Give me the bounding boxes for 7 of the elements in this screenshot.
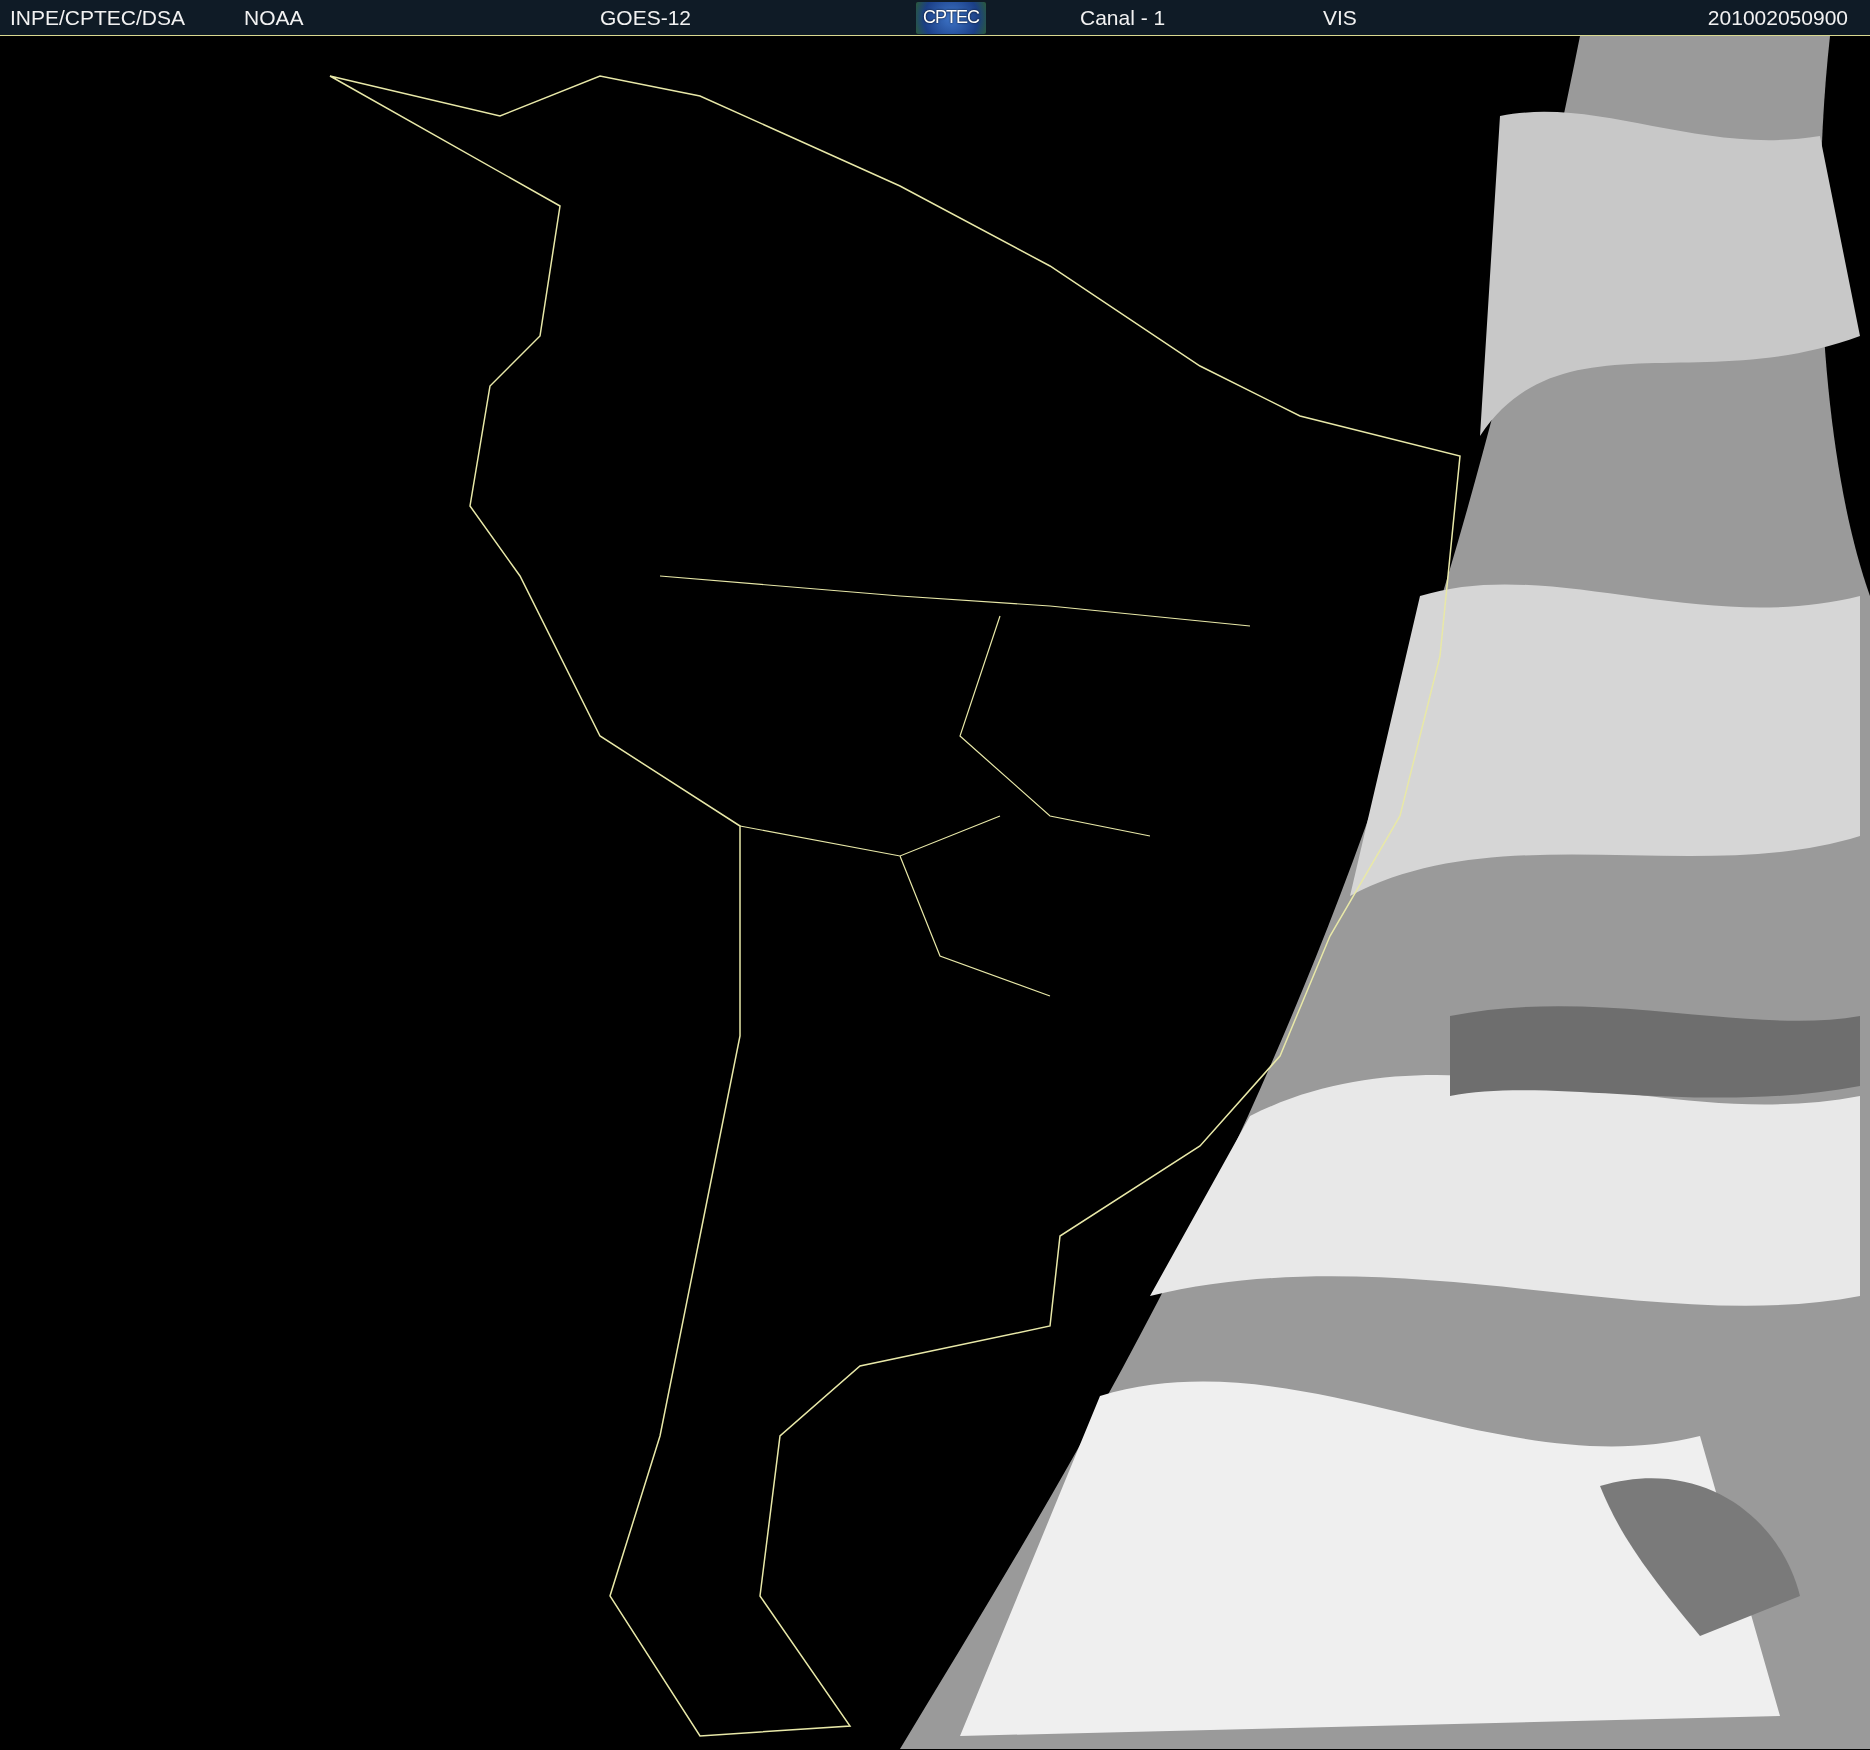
header-label: GOES-12	[600, 5, 692, 30]
header-label: VIS	[1323, 5, 1357, 30]
logo: CPTEC	[916, 1, 986, 34]
header-label: Canal - 1	[1080, 5, 1166, 30]
header-label: NOAA	[244, 5, 304, 30]
header-label: INPE/CPTEC/DSA	[10, 5, 186, 30]
header-label: 201002050900	[1707, 5, 1848, 30]
